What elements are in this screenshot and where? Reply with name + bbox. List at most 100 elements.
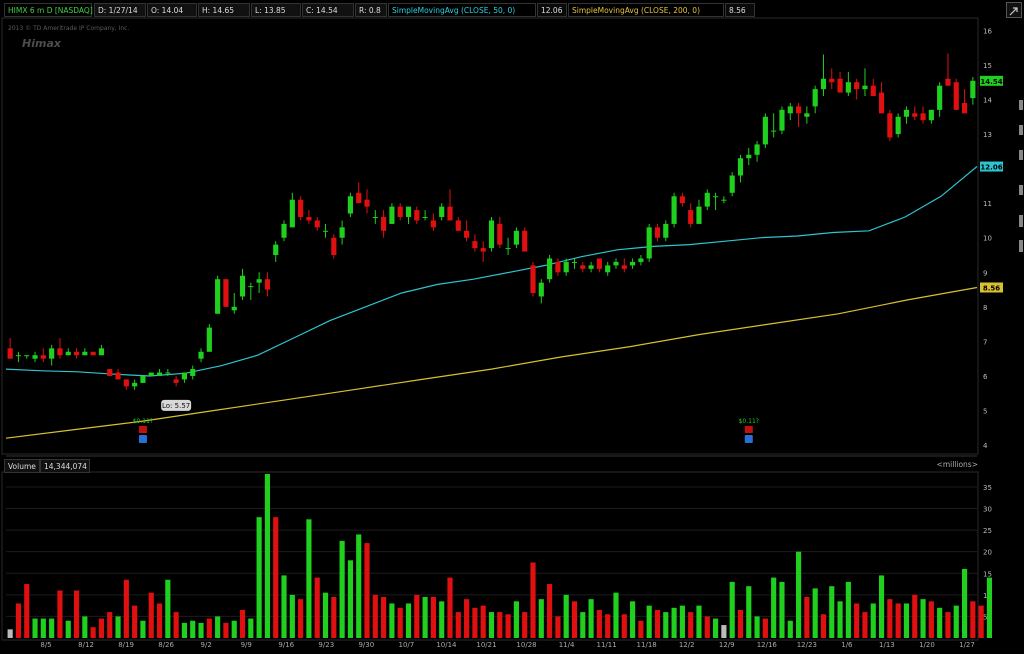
candle-body bbox=[90, 351, 96, 356]
candle-body bbox=[173, 379, 179, 383]
sma200-study-label[interactable]: SimpleMovingAvg (CLOSE, 200, 0) bbox=[568, 3, 724, 17]
candle bbox=[837, 71, 843, 93]
candle-body bbox=[737, 158, 744, 176]
volume-bar bbox=[65, 620, 71, 638]
candle-body bbox=[812, 89, 818, 107]
info-icon bbox=[744, 435, 753, 443]
volume-bar bbox=[181, 622, 188, 638]
x-tick-label: 11/11 bbox=[597, 641, 617, 649]
symbol-label[interactable]: HIMX 6 m D [NASDAQ] bbox=[4, 3, 93, 17]
candle-body bbox=[15, 355, 22, 357]
candle bbox=[339, 220, 345, 245]
volume-bar bbox=[895, 603, 901, 638]
volume-bar bbox=[356, 534, 362, 638]
candle bbox=[638, 255, 644, 266]
volume-bar bbox=[630, 601, 636, 638]
price-tick-label: 15 bbox=[983, 62, 992, 70]
price-tick-label: 16 bbox=[983, 27, 992, 35]
x-tick-label: 10/7 bbox=[399, 641, 415, 649]
volume-bar bbox=[547, 584, 553, 638]
candle bbox=[389, 203, 395, 224]
candle bbox=[215, 275, 221, 314]
candle bbox=[829, 68, 835, 90]
volume-bar bbox=[464, 599, 470, 638]
candle bbox=[795, 102, 802, 128]
candle bbox=[90, 351, 96, 356]
volume-bar bbox=[704, 616, 710, 638]
candle-body bbox=[190, 369, 196, 376]
volume-bar bbox=[57, 590, 63, 638]
sma50-study-label[interactable]: SimpleMovingAvg (CLOSE, 50, 0) bbox=[388, 3, 536, 17]
candle bbox=[887, 109, 893, 141]
candle bbox=[397, 203, 403, 221]
candle bbox=[961, 89, 968, 114]
candle bbox=[364, 189, 370, 214]
candle-body bbox=[837, 78, 843, 93]
volume-study-label[interactable]: Volume bbox=[4, 459, 40, 473]
volume-bar bbox=[812, 588, 818, 638]
candle bbox=[123, 379, 129, 390]
candle-body bbox=[32, 355, 38, 359]
candle-body bbox=[704, 192, 710, 207]
volume-bar bbox=[986, 577, 993, 638]
volume-bar bbox=[721, 625, 727, 638]
volume-bar bbox=[829, 586, 835, 638]
candle-body bbox=[820, 78, 827, 90]
x-tick-label: 10/21 bbox=[476, 641, 496, 649]
volume-bar bbox=[862, 612, 868, 638]
x-tick-label: 10/14 bbox=[436, 641, 457, 649]
price-scroll-handle[interactable] bbox=[1018, 40, 1024, 260]
volume-bar bbox=[538, 599, 544, 638]
candle bbox=[472, 234, 478, 252]
candle-body bbox=[148, 372, 154, 376]
candle bbox=[488, 216, 495, 252]
candle-body bbox=[447, 206, 453, 221]
volume-bar bbox=[140, 620, 146, 638]
low-readout: L: 13.85 bbox=[251, 3, 301, 17]
candle-body bbox=[40, 355, 46, 359]
candle bbox=[729, 172, 735, 197]
candle-body bbox=[488, 220, 495, 249]
candle-body bbox=[123, 379, 129, 387]
volume-bar bbox=[389, 603, 395, 638]
candle bbox=[713, 192, 719, 211]
candle-body bbox=[588, 265, 594, 269]
candle bbox=[530, 261, 536, 297]
volume-bar bbox=[654, 609, 661, 638]
candle bbox=[621, 258, 627, 273]
candle bbox=[464, 220, 470, 242]
candle-body bbox=[547, 258, 553, 280]
candle bbox=[49, 344, 55, 366]
candle-body bbox=[605, 265, 611, 273]
volume-bar bbox=[522, 612, 528, 638]
volume-bar bbox=[405, 603, 412, 638]
volume-bar bbox=[339, 540, 345, 638]
candle-body bbox=[264, 279, 270, 290]
candle bbox=[737, 154, 744, 183]
x-tick-label: 11/4 bbox=[559, 641, 575, 649]
volume-bar bbox=[596, 609, 602, 638]
candle-body bbox=[654, 227, 661, 238]
candle-body bbox=[829, 78, 835, 83]
volume-bar bbox=[331, 597, 337, 638]
volume-bar bbox=[156, 603, 163, 638]
candle bbox=[696, 199, 702, 224]
candle bbox=[190, 365, 196, 380]
volume-bar bbox=[771, 577, 777, 638]
volume-bar bbox=[530, 562, 536, 638]
volume-bar bbox=[513, 601, 519, 638]
candle-body bbox=[513, 230, 519, 245]
candle bbox=[198, 348, 204, 363]
x-tick-label: 11/18 bbox=[637, 641, 657, 649]
volume-bar bbox=[364, 543, 370, 638]
price-tick-label: 5 bbox=[983, 408, 987, 416]
candle-body bbox=[7, 348, 13, 359]
candle bbox=[356, 182, 362, 204]
chart-settings-icon[interactable] bbox=[1006, 2, 1022, 18]
candle bbox=[754, 140, 760, 162]
candle-body bbox=[49, 348, 55, 359]
candle bbox=[273, 241, 279, 262]
price-tick-label: 7 bbox=[983, 338, 987, 346]
volume-bar bbox=[663, 612, 669, 638]
candle bbox=[148, 372, 154, 376]
